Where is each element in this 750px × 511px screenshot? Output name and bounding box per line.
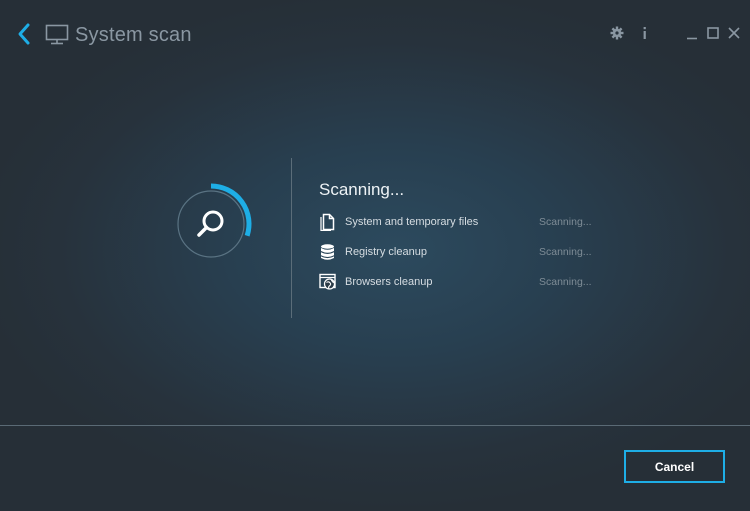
minimize-button[interactable] (684, 24, 702, 42)
browser-globe-icon (319, 273, 337, 291)
info-button[interactable] (636, 24, 654, 42)
window-title: System scan (75, 24, 192, 46)
close-icon (728, 27, 740, 39)
gear-icon (610, 26, 624, 40)
scan-item-label: Browsers cleanup (345, 276, 433, 288)
scan-item-browsers: Browsers cleanup Scanning... (319, 273, 609, 293)
close-button[interactable] (726, 24, 744, 42)
scan-item-registry: Registry cleanup Scanning... (319, 243, 609, 263)
settings-button[interactable] (608, 24, 626, 42)
footer-divider (0, 425, 750, 426)
info-icon (643, 27, 646, 39)
maximize-icon (707, 27, 719, 39)
maximize-button[interactable] (705, 24, 723, 42)
back-button[interactable] (14, 22, 36, 46)
system-scan-window: System scan Scanning... System and tempo… (0, 0, 750, 511)
scan-progress-ring (171, 176, 261, 266)
scan-heading: Scanning... (319, 180, 405, 199)
scan-item-system-files: System and temporary files Scanning... (319, 213, 609, 233)
monitor-icon (45, 24, 69, 46)
scan-item-status: Scanning... (539, 276, 592, 288)
scan-item-status: Scanning... (539, 216, 592, 228)
scan-item-label: System and temporary files (345, 216, 479, 228)
document-icon (319, 213, 337, 232)
minimize-icon (687, 37, 697, 40)
database-icon (319, 243, 337, 261)
chevron-left-icon (18, 23, 30, 45)
search-icon (197, 210, 224, 237)
cancel-button[interactable]: Cancel (624, 450, 725, 483)
scan-item-status: Scanning... (539, 246, 592, 258)
vertical-divider (291, 158, 292, 318)
scan-item-label: Registry cleanup (345, 246, 427, 258)
title-bar: System scan (0, 0, 750, 68)
